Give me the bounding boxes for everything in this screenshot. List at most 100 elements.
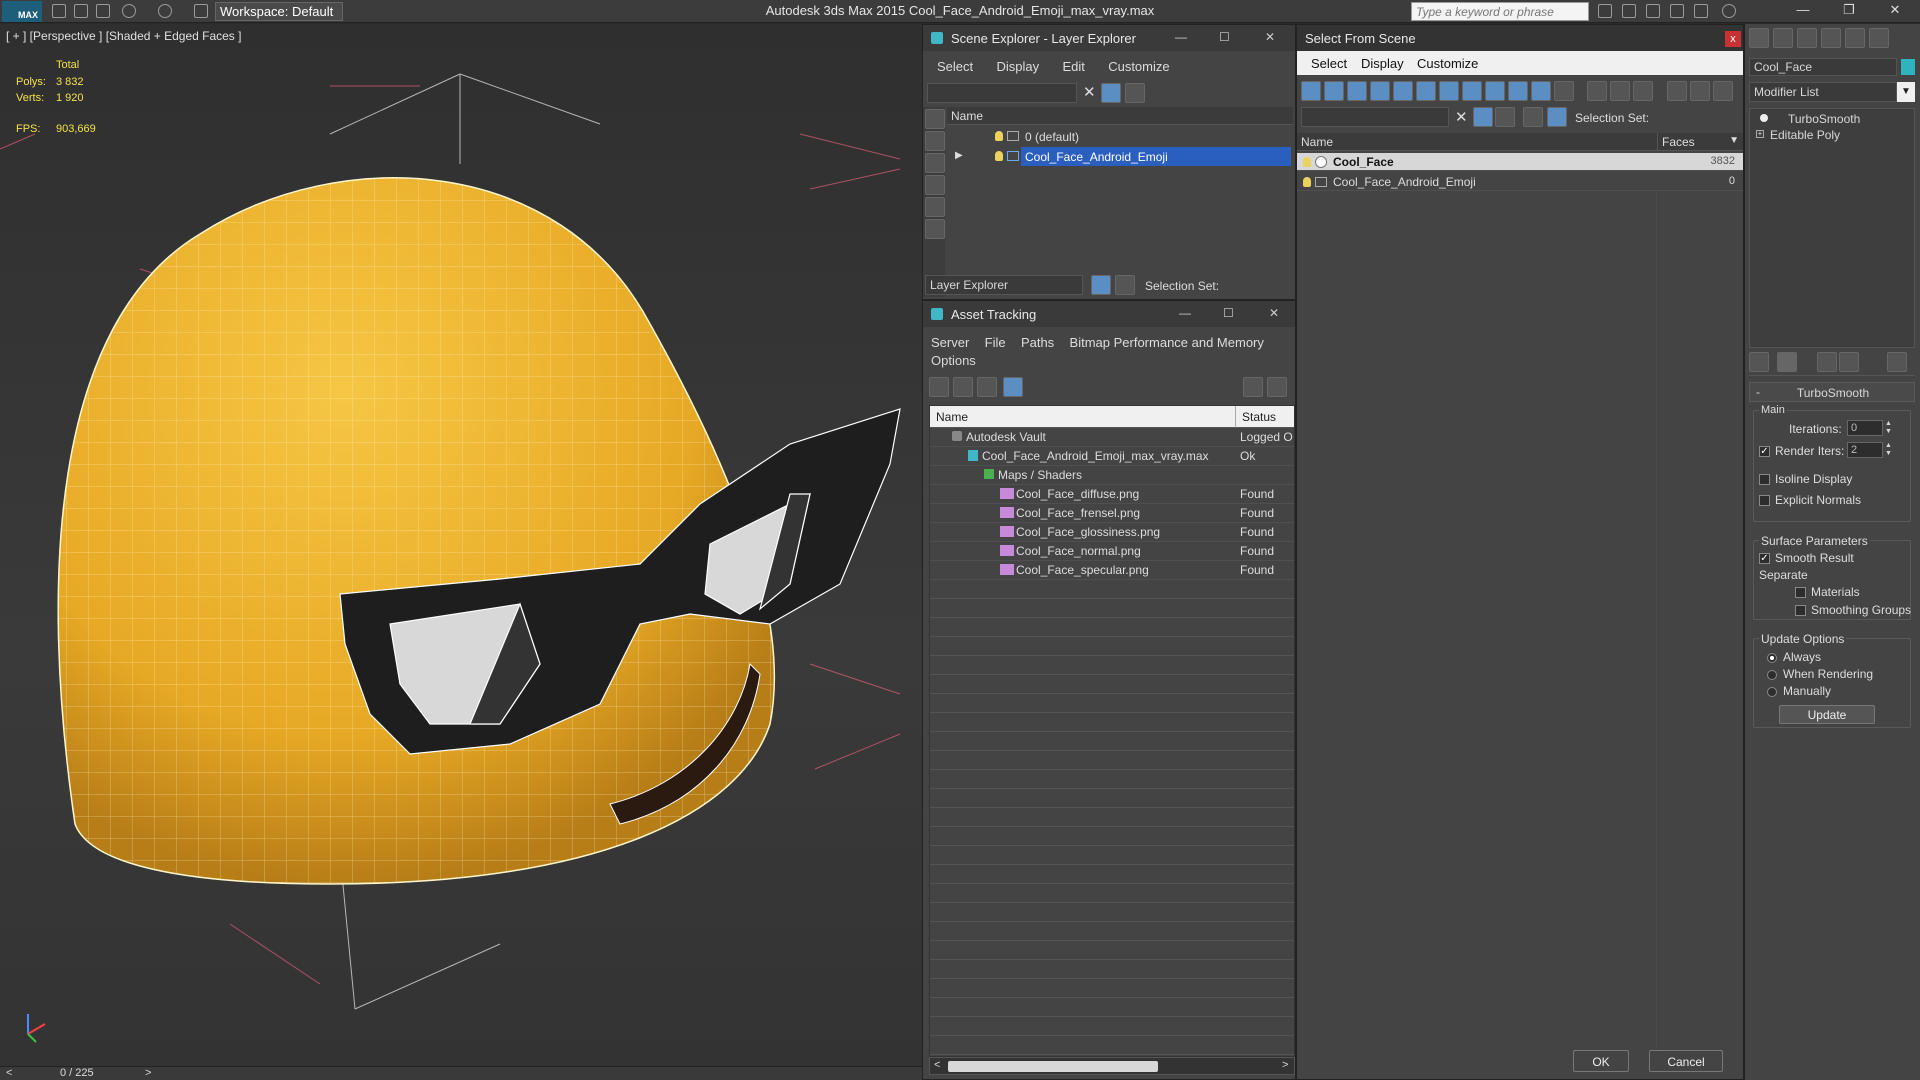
display-shapes-icon[interactable]: [1324, 81, 1344, 101]
filter-icon[interactable]: [1473, 107, 1493, 127]
table-row[interactable]: Cool_Face_specular.png Found: [930, 561, 1294, 580]
collapse-icon[interactable]: [1713, 81, 1733, 101]
display-groups-icon[interactable]: [1439, 81, 1459, 101]
menu-options[interactable]: Options: [931, 353, 976, 368]
scroll-right-icon[interactable]: >: [1282, 1059, 1288, 1071]
display-spacewarps-icon[interactable]: [1416, 81, 1436, 101]
menu-select[interactable]: Select: [937, 59, 973, 74]
settings-icon[interactable]: [1267, 377, 1287, 397]
workspace-dropdown[interactable]: Workspace: Default: [215, 2, 343, 21]
key-icon[interactable]: [1622, 4, 1636, 18]
hierarchy-icon[interactable]: [1115, 275, 1135, 295]
display-frozen-icon[interactable]: [1531, 81, 1551, 101]
turbosmooth-rollout-header[interactable]: - TurboSmooth: [1749, 382, 1915, 402]
binoculars-icon[interactable]: [1598, 4, 1612, 18]
scrollbar-thumb[interactable]: [948, 1061, 1158, 1072]
help-icon[interactable]: [1243, 377, 1263, 397]
radio-icon[interactable]: [1767, 686, 1777, 697]
find-input[interactable]: [927, 83, 1077, 103]
scene-object-row-selected[interactable]: Cool_Face 3832: [1297, 153, 1743, 171]
display-tab-icon[interactable]: [1845, 28, 1865, 48]
modifier-list-dropdown[interactable]: Modifier List: [1749, 82, 1897, 102]
table-view-icon[interactable]: [1003, 377, 1023, 397]
display-containers-icon[interactable]: [1508, 81, 1528, 101]
explicit-normals-checkbox[interactable]: Explicit Normals: [1759, 493, 1861, 507]
display-bones-icon[interactable]: [1485, 81, 1505, 101]
light-bulb-icon[interactable]: [1760, 114, 1768, 122]
light-bulb-icon[interactable]: [1303, 177, 1311, 187]
checkbox-checked-icon[interactable]: ✓: [1759, 446, 1770, 458]
modify-tab-icon[interactable]: [1773, 28, 1793, 48]
display-cameras-icon[interactable]: [925, 175, 945, 195]
display-lights-icon[interactable]: [925, 153, 945, 173]
layer-filter-icon[interactable]: [1495, 107, 1515, 127]
project-folder-icon[interactable]: [194, 4, 208, 18]
manually-radio[interactable]: Manually: [1767, 684, 1831, 698]
display-cameras-icon[interactable]: [1370, 81, 1390, 101]
menu-customize[interactable]: Customize: [1108, 59, 1169, 74]
table-row[interactable]: Cool_Face_Android_Emoji_max_vray.max Ok: [930, 447, 1294, 466]
object-color-swatch[interactable]: [1901, 59, 1915, 75]
clear-search-icon[interactable]: ✕: [1455, 108, 1468, 126]
perspective-viewport[interactable]: [ + ] [Perspective ] [Shaded + Edged Fac…: [0, 24, 922, 1066]
minimize-icon[interactable]: —: [1175, 30, 1187, 44]
menu-select[interactable]: Select: [1311, 56, 1347, 71]
thumbnail-view-icon[interactable]: [977, 377, 997, 397]
checkbox-icon[interactable]: [1795, 605, 1806, 617]
checkbox-icon[interactable]: [1795, 587, 1806, 599]
column-header-name[interactable]: Name: [1297, 133, 1657, 151]
layer-filter-icon[interactable]: [1125, 83, 1145, 103]
chevron-down-icon[interactable]: ▼: [1897, 82, 1915, 102]
sort-filter-icon[interactable]: [1667, 81, 1687, 101]
table-row[interactable]: Cool_Face_diffuse.png Found: [930, 485, 1294, 504]
explorer-type-dropdown[interactable]: Layer Explorer: [925, 275, 1083, 295]
motion-tab-icon[interactable]: [1821, 28, 1841, 48]
column-header-faces[interactable]: Faces ▼: [1657, 133, 1743, 151]
layer-row[interactable]: 0 (default): [947, 127, 1293, 146]
maximize-icon[interactable]: ☐: [1223, 306, 1234, 320]
when-rendering-radio[interactable]: When Rendering: [1767, 667, 1873, 681]
create-tab-icon[interactable]: [1749, 28, 1769, 48]
undo-icon[interactable]: [122, 4, 136, 18]
app-logo[interactable]: MAX: [2, 1, 42, 22]
display-shapes-icon[interactable]: [925, 131, 945, 151]
close-icon[interactable]: ✕: [1265, 30, 1275, 44]
light-bulb-icon[interactable]: [995, 151, 1003, 161]
refresh-icon[interactable]: [929, 377, 949, 397]
minimize-icon[interactable]: —: [1179, 306, 1191, 320]
x-communication-icon[interactable]: [1694, 4, 1708, 18]
hierarchy-filter-icon[interactable]: [1690, 81, 1710, 101]
spinner-arrows-icon[interactable]: ▲ ▼: [1885, 442, 1892, 458]
filter-icon[interactable]: [1101, 83, 1121, 103]
layer-explorer-icon[interactable]: [1091, 275, 1111, 295]
column-header-status[interactable]: Status: [1236, 406, 1294, 428]
layer-row-selected[interactable]: ▶ Cool_Face_Android_Emoji: [947, 147, 1293, 166]
star-icon[interactable]: [1670, 4, 1684, 18]
iterations-spinner[interactable]: 0: [1847, 420, 1883, 436]
display-geometry-icon[interactable]: [1301, 81, 1321, 101]
scene-object-row[interactable]: Cool_Face_Android_Emoji 0: [1297, 173, 1743, 191]
minimize-icon[interactable]: —: [1788, 2, 1818, 21]
display-helpers-icon[interactable]: [1393, 81, 1413, 101]
radio-icon[interactable]: [1767, 669, 1777, 680]
menu-server[interactable]: Server: [931, 335, 969, 350]
hierarchy-tab-icon[interactable]: [1797, 28, 1817, 48]
column-header-name[interactable]: Name: [947, 107, 1293, 125]
make-unique-icon[interactable]: [1817, 352, 1837, 372]
isoline-display-checkbox[interactable]: Isoline Display: [1759, 472, 1852, 486]
maximize-icon[interactable]: ☐: [1219, 30, 1230, 44]
table-row[interactable]: Maps / Shaders: [930, 466, 1294, 485]
scene-explorer-title[interactable]: Scene Explorer - Layer Explorer: [923, 25, 1295, 51]
utilities-tab-icon[interactable]: [1869, 28, 1889, 48]
display-none-icon[interactable]: [1610, 81, 1630, 101]
help-icon[interactable]: [1722, 4, 1736, 18]
menu-edit[interactable]: Edit: [1062, 59, 1084, 74]
menu-file[interactable]: File: [985, 335, 1006, 350]
spinner-arrows-icon[interactable]: ▲ ▼: [1885, 420, 1892, 436]
pin-stack-icon[interactable]: [1749, 352, 1769, 372]
menu-display[interactable]: Display: [996, 59, 1039, 74]
display-all-icon[interactable]: [1587, 81, 1607, 101]
object-name-field[interactable]: Cool_Face: [1749, 58, 1897, 76]
render-iters-checkbox[interactable]: ✓ Render Iters:: [1759, 444, 1844, 458]
expand-icon[interactable]: +: [1756, 130, 1764, 138]
